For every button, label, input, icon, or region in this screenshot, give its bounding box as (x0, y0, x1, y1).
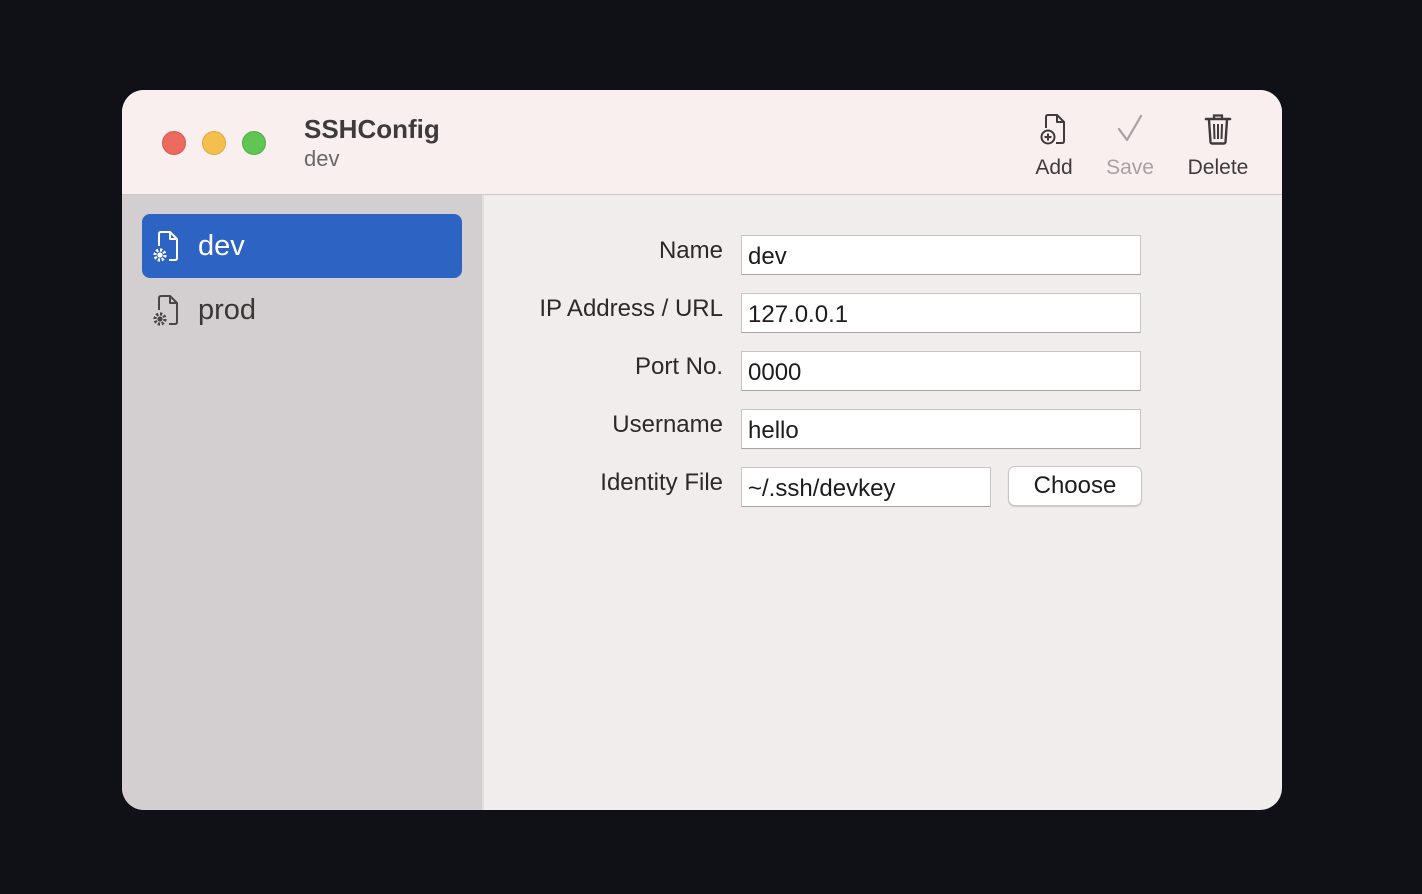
choose-button[interactable]: Choose (1008, 466, 1142, 506)
title-bar: SSHConfig dev Add Save Delete (122, 90, 1282, 195)
identity-file-field[interactable] (741, 467, 991, 507)
ip-address-field[interactable] (741, 293, 1141, 333)
maximize-window-button[interactable] (242, 131, 266, 155)
username-label: Username (612, 411, 723, 438)
name-label: Name (658, 237, 723, 264)
identity-file-label: Identity File (600, 469, 723, 496)
save-button[interactable]: Save (1102, 112, 1158, 188)
sidebar-item-label: dev (198, 229, 245, 262)
app-title: SSHConfig (304, 114, 440, 144)
close-window-button[interactable] (162, 131, 186, 155)
username-field[interactable] (741, 409, 1141, 449)
name-field[interactable] (741, 235, 1141, 275)
add-button[interactable]: Add (1028, 112, 1080, 188)
port-field[interactable] (741, 351, 1141, 391)
sidebar-item-prod[interactable]: prod (142, 278, 462, 342)
port-label: Port No. (634, 353, 723, 380)
delete-button[interactable]: Delete (1180, 112, 1256, 188)
ip-address-label: IP Address / URL (539, 295, 723, 322)
minimize-window-button[interactable] (202, 131, 226, 155)
gear-document-icon (153, 231, 178, 262)
checkmark-icon (1117, 114, 1143, 142)
trash-icon (1204, 114, 1232, 145)
app-window: SSHConfig dev Add Save Delete dev prod N… (122, 90, 1282, 810)
sidebar-item-label: prod (198, 293, 257, 326)
delete-button-label: Delete (1187, 156, 1249, 179)
add-button-label: Add (1035, 156, 1073, 179)
app-subtitle: dev (304, 146, 340, 171)
sidebar: dev prod (122, 195, 484, 810)
sidebar-item-dev[interactable]: dev (142, 214, 462, 278)
save-button-label: Save (1106, 156, 1154, 179)
gear-document-icon (153, 295, 178, 326)
add-document-icon (1040, 114, 1065, 145)
